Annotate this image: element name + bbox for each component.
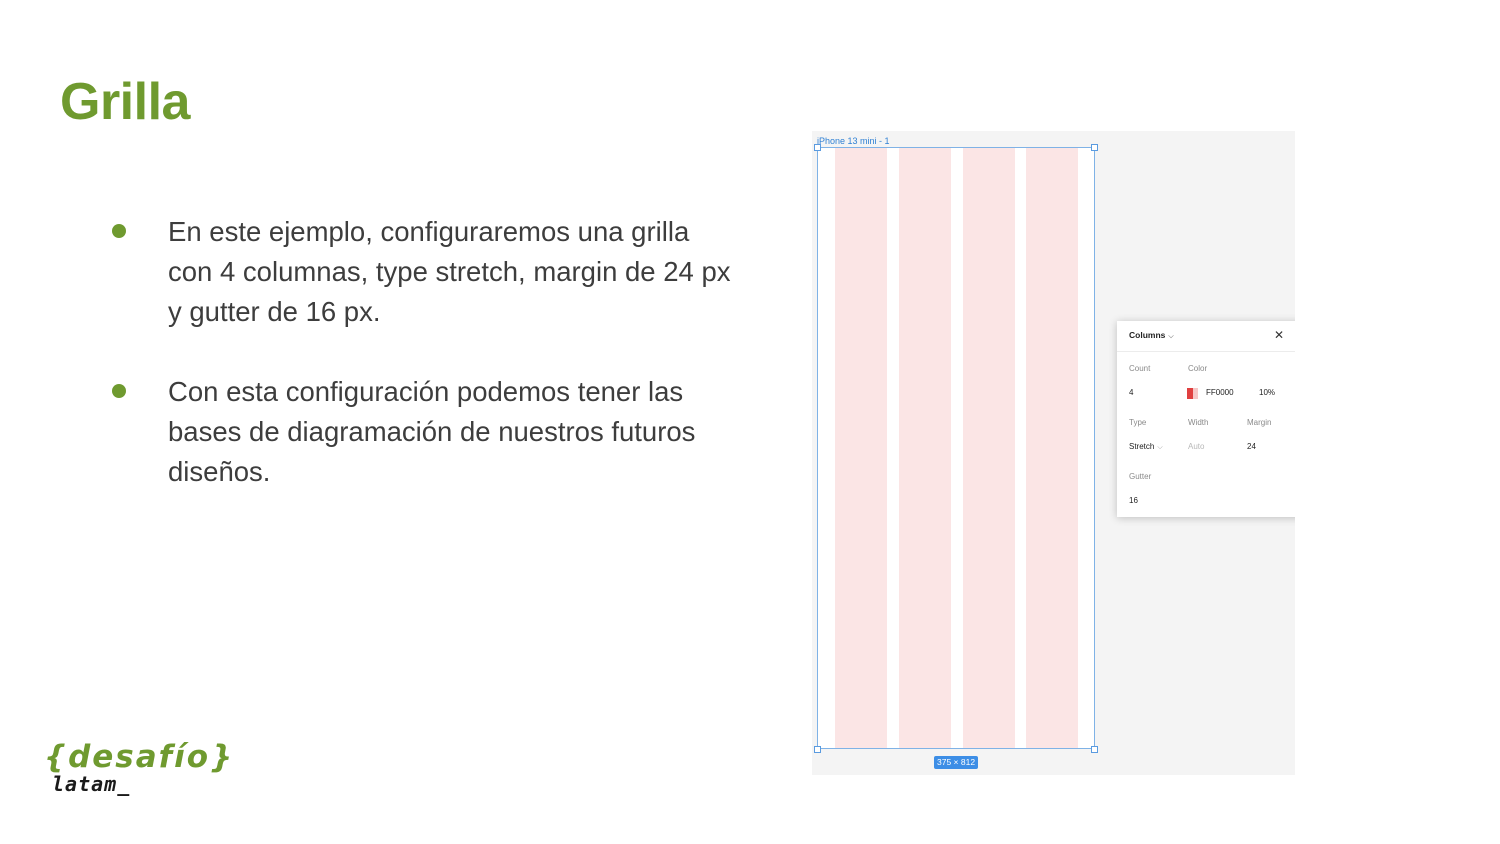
resize-handle-icon <box>1091 144 1098 151</box>
chevron-down-icon: ⌵ <box>1157 444 1163 451</box>
width-input[interactable]: Auto <box>1188 442 1204 451</box>
frame-size-badge: 375 × 812 <box>934 756 979 769</box>
gutter-label: Gutter <box>1129 472 1152 481</box>
grid-column <box>835 148 887 748</box>
resize-handle-icon <box>1091 746 1098 753</box>
bullet-item: En este ejemplo, configuraremos una gril… <box>112 212 732 332</box>
logo-subtext: latam_ <box>52 772 131 796</box>
color-swatch-icon[interactable] <box>1187 388 1198 399</box>
swatch-transparent <box>1193 388 1198 399</box>
type-label: Type <box>1129 418 1147 427</box>
color-label: Color <box>1188 364 1208 373</box>
type-select[interactable]: Stretch ⌵ <box>1129 442 1163 452</box>
bullet-text: En este ejemplo, configuraremos una gril… <box>168 216 731 327</box>
panel-title[interactable]: Columns ⌵ <box>1129 330 1174 341</box>
logo-wordmark: {desafío} <box>44 739 235 775</box>
grid-column <box>963 148 1015 748</box>
color-hex-input[interactable]: FF0000 <box>1206 388 1234 397</box>
bullet-list: En este ejemplo, configuraremos una gril… <box>112 212 732 532</box>
slide-title: Grilla <box>60 73 190 131</box>
iphone-frame <box>817 147 1095 749</box>
grid-column <box>1026 148 1078 748</box>
opacity-input[interactable]: 10% <box>1259 388 1275 397</box>
columns-panel: Columns ⌵ ✕ Count Color 4 FF0000 10% Type… <box>1117 321 1295 517</box>
brand-logo: {desafío} latam_ <box>44 738 232 798</box>
resize-handle-icon <box>814 746 821 753</box>
count-input[interactable]: 4 <box>1129 388 1133 397</box>
count-label: Count <box>1129 364 1151 373</box>
bullet-dot-icon <box>112 384 126 398</box>
close-icon[interactable]: ✕ <box>1274 328 1284 342</box>
frame-label: iPhone 13 mini - 1 <box>817 136 890 146</box>
width-label: Width <box>1188 418 1209 427</box>
bullet-dot-icon <box>112 224 126 238</box>
grid-column <box>899 148 951 748</box>
bullet-text: Con esta configuración podemos tener las… <box>168 376 696 487</box>
margin-label: Margin <box>1247 418 1272 427</box>
resize-handle-icon <box>814 144 821 151</box>
panel-title-text: Columns <box>1129 330 1166 340</box>
panel-header: Columns ⌵ ✕ <box>1117 321 1295 352</box>
gutter-input[interactable]: 16 <box>1129 496 1138 505</box>
bullet-item: Con esta configuración podemos tener las… <box>112 372 732 492</box>
margin-input[interactable]: 24 <box>1247 442 1256 451</box>
figma-canvas-screenshot: iPhone 13 mini - 1 375 × 812 Columns ⌵ ✕ … <box>812 131 1295 775</box>
chevron-down-icon: ⌵ <box>1168 333 1174 340</box>
type-select-value: Stretch <box>1129 442 1155 451</box>
